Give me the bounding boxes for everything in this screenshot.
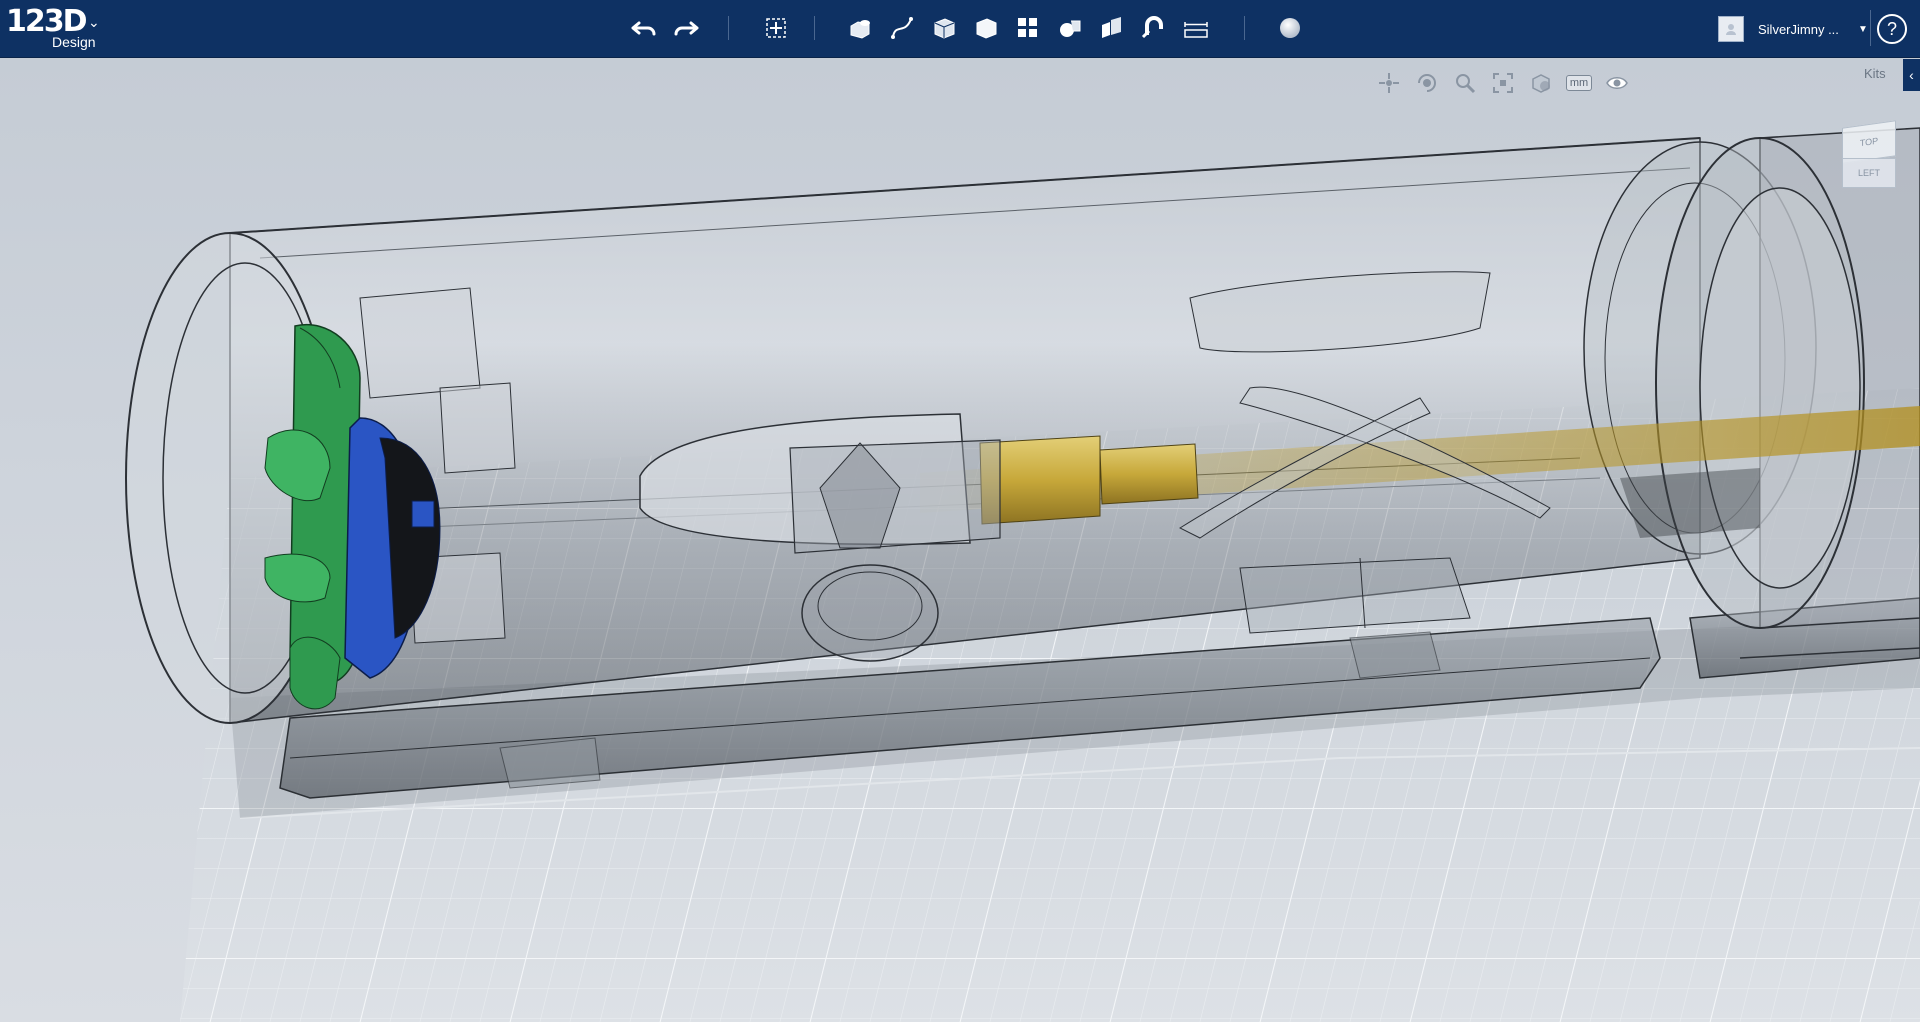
logo-subtitle: Design <box>52 34 96 50</box>
toolbar-separator <box>1870 10 1871 46</box>
avatar <box>1718 16 1744 42</box>
eye-icon[interactable] <box>1602 69 1632 97</box>
viewcube-left-face[interactable]: LEFT <box>1842 158 1896 188</box>
sketch-icon[interactable] <box>886 12 918 44</box>
material-sphere-icon[interactable] <box>1274 12 1306 44</box>
top-toolbar: 123D ⌄ Design SilverJimny ... ▼ ? <box>0 0 1920 58</box>
construct-icon[interactable] <box>928 12 960 44</box>
toolbar-separator <box>728 16 729 40</box>
modify-icon[interactable] <box>970 12 1002 44</box>
user-icon <box>1726 24 1736 35</box>
units-label: mm <box>1565 75 1593 91</box>
display-mode-icon[interactable] <box>1526 69 1556 97</box>
orbit-icon[interactable] <box>1412 69 1442 97</box>
user-menu-caret[interactable]: ▼ <box>1858 24 1868 35</box>
pan-icon[interactable] <box>1374 69 1404 97</box>
3d-viewport[interactable]: mm Kits ‹ TOP LEFT <box>0 58 1920 1022</box>
toolbar-separator <box>814 16 815 40</box>
grouping-icon[interactable] <box>1054 12 1086 44</box>
app-menu-caret[interactable]: ⌄ <box>88 14 100 31</box>
fit-selected-icon[interactable] <box>1488 69 1518 97</box>
toolbar-separator <box>1244 16 1245 40</box>
kits-panel-toggle[interactable]: ‹ <box>1903 59 1920 91</box>
view-cube[interactable]: TOP LEFT <box>1836 120 1906 190</box>
user-name: SilverJimny ... <box>1758 21 1839 37</box>
pattern-icon[interactable] <box>1012 12 1044 44</box>
redo-icon[interactable] <box>670 12 702 44</box>
units-icon[interactable]: mm <box>1564 69 1594 97</box>
help-button[interactable]: ? <box>1877 14 1907 44</box>
app-logo[interactable]: 123D ⌄ Design <box>6 4 106 52</box>
measure-icon[interactable] <box>1180 12 1212 44</box>
zoom-icon[interactable] <box>1450 69 1480 97</box>
user-menu[interactable]: SilverJimny ... ▼ <box>1718 14 1868 44</box>
kits-label[interactable]: Kits <box>1864 66 1886 81</box>
primitives-icon[interactable] <box>844 12 876 44</box>
snap-magnet-icon[interactable] <box>1138 12 1170 44</box>
transform-icon[interactable] <box>760 12 792 44</box>
undo-icon[interactable] <box>628 12 660 44</box>
combine-icon[interactable] <box>1096 12 1128 44</box>
view-navigation-bar: mm <box>1374 69 1632 97</box>
3d-scene[interactable] <box>0 58 1920 1022</box>
